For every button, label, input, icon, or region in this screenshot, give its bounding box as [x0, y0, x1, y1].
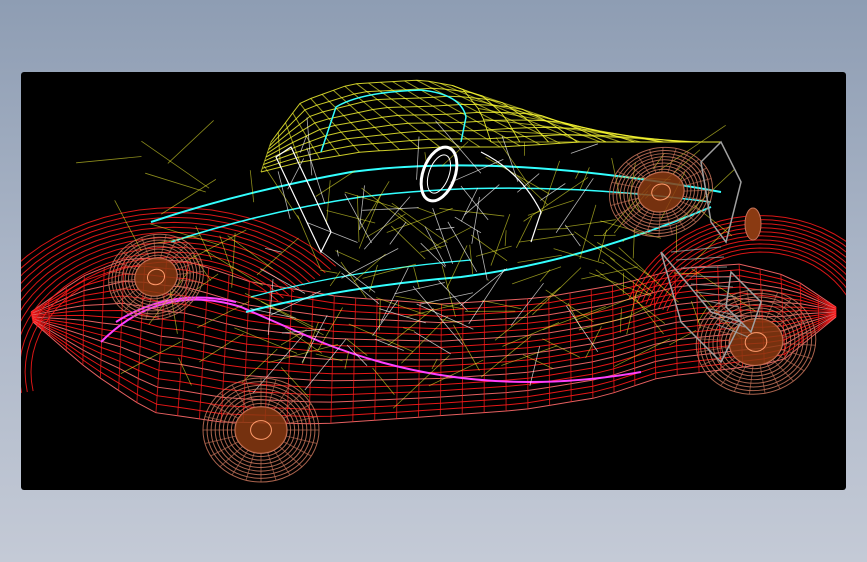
- seat-outline: [275, 146, 332, 254]
- mesh-edge: [413, 267, 420, 290]
- mesh-edge: [197, 301, 250, 328]
- interior-edge: [450, 158, 504, 183]
- roof-wire-line: [299, 103, 341, 156]
- suspension-part: [690, 283, 734, 288]
- mesh-edge: [256, 237, 299, 276]
- tire-spoke: [731, 295, 746, 322]
- mesh-edge: [553, 248, 605, 265]
- mesh-edge: [161, 179, 217, 215]
- mesh-edge: [353, 253, 386, 283]
- mesh-edge: [397, 212, 442, 249]
- wireframe-car-model: [21, 79, 846, 483]
- body-wire-line: [32, 316, 837, 425]
- mesh-edge: [542, 338, 580, 358]
- interior-edge: [517, 173, 540, 193]
- mesh-edge: [469, 244, 474, 275]
- trim-line: [100, 298, 642, 383]
- interior-edge: [265, 248, 282, 253]
- interior-edge: [476, 229, 488, 281]
- interior-edge: [374, 338, 404, 351]
- mesh-edge: [495, 137, 531, 187]
- interior-edge: [432, 208, 454, 264]
- mesh-edge: [320, 269, 338, 274]
- interior-edge: [540, 183, 566, 201]
- interior-edge: [336, 249, 339, 257]
- mesh-edge: [145, 172, 206, 193]
- roof-wire-line: [344, 85, 420, 149]
- interior-edge: [529, 346, 541, 387]
- interior-edge: [447, 221, 478, 273]
- mesh-edge: [120, 341, 182, 374]
- mesh-edge: [578, 316, 629, 331]
- mesh-edge: [504, 230, 507, 246]
- mesh-edge: [446, 245, 468, 290]
- interior-edge: [362, 207, 419, 211]
- roof-wire-line: [428, 80, 561, 144]
- wheel-hub: [234, 406, 288, 454]
- mesh-edge: [542, 305, 606, 331]
- interior-edge: [346, 344, 368, 366]
- mesh-edge: [391, 202, 448, 243]
- body-wire-line: [82, 275, 85, 366]
- mesh-edge: [429, 226, 472, 250]
- mesh-edge: [167, 120, 214, 164]
- body-wire-line: [548, 296, 551, 406]
- mesh-edge: [416, 207, 435, 215]
- body-wire-line: [439, 303, 443, 416]
- interior-edge: [416, 136, 420, 180]
- interior-edge: [341, 248, 399, 279]
- interior-edge: [301, 315, 328, 363]
- interior-edge: [570, 143, 598, 154]
- tire-spoke: [766, 362, 781, 389]
- mesh-edge: [537, 228, 568, 230]
- 3d-viewport[interactable]: [21, 72, 846, 490]
- mesh-edge: [490, 213, 511, 266]
- mesh-edge: [697, 307, 708, 323]
- roof-wire-line: [452, 85, 601, 143]
- steering-wheel: [419, 145, 459, 203]
- mesh-edge: [249, 170, 255, 203]
- mesh-edge: [362, 263, 417, 279]
- interior-edge: [460, 187, 479, 222]
- mesh-edge: [632, 228, 635, 259]
- mesh-edge: [589, 272, 649, 296]
- interior-edge: [344, 193, 372, 244]
- mesh-edge: [518, 233, 575, 243]
- rear-right-wheel: [695, 289, 817, 395]
- mesh-edge: [597, 242, 650, 276]
- body-wire-line: [461, 302, 464, 415]
- mesh-edge: [76, 156, 142, 164]
- interior-edge: [394, 282, 445, 295]
- tail-light: [744, 207, 762, 241]
- mesh-edge: [199, 333, 244, 363]
- mesh-edge: [470, 234, 508, 262]
- suspension-part: [680, 266, 728, 269]
- interior-edge: [306, 147, 326, 204]
- interior-edge: [389, 221, 407, 245]
- mesh-edge: [359, 181, 390, 229]
- mesh-edge: [619, 308, 622, 333]
- mesh-edge: [512, 266, 562, 285]
- mesh-edge: [317, 307, 343, 350]
- front-right-wheel: [202, 377, 320, 483]
- body-wire-line: [198, 267, 210, 419]
- roof-wire-line: [285, 122, 301, 163]
- suspension-part: [660, 251, 743, 364]
- mesh-edge: [141, 140, 210, 189]
- mesh-edge: [335, 250, 361, 262]
